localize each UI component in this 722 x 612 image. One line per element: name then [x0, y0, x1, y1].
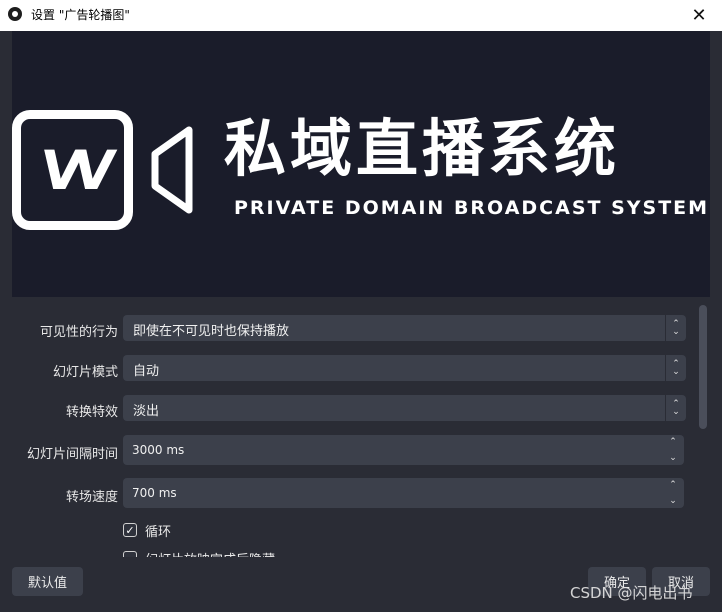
brand-logo: VV — [12, 110, 133, 230]
hide-when-done-row[interactable]: 幻灯片放映完成后隐藏 — [123, 548, 275, 557]
visibility-behavior-label: 可见性的行为 — [39, 325, 118, 340]
loop-checkbox[interactable]: ✓ — [123, 523, 137, 537]
slide-interval-label: 幻灯片间隔时间 — [26, 447, 118, 462]
slide-mode-row: 幻灯片模式 自动 ⌃ ⌄ — [12, 355, 710, 383]
csdn-watermark: CSDN @闪电出书 — [570, 584, 693, 602]
brand-title-cn: 私域直播系统 — [224, 112, 621, 185]
spin-up-icon[interactable]: ⌃ — [669, 480, 677, 490]
spin-up-icon[interactable]: ⌃ — [669, 437, 677, 447]
combo-arrows-icon: ⌃ ⌄ — [665, 395, 686, 421]
transition-speed-label: 转场速度 — [65, 490, 118, 505]
settings-scrollbar[interactable] — [699, 305, 707, 429]
spin-down-icon[interactable]: ⌄ — [669, 453, 677, 463]
slide-interval-row: 幻灯片间隔时间 3000 ms ⌃ ⌄ — [12, 435, 710, 465]
camera-lens-icon — [151, 126, 193, 214]
spin-buttons[interactable]: ⌃ ⌄ — [666, 480, 680, 506]
settings-panel: 可见性的行为 即使在不可见时也保持播放 ⌃ ⌄ 幻灯片模式 自动 ⌃ ⌄ 转换特效 … — [12, 297, 710, 557]
combo-arrows-icon: ⌃ ⌄ — [665, 355, 686, 381]
close-button[interactable]: ✕ — [676, 0, 722, 31]
transition-select[interactable]: 淡出 ⌃ ⌄ — [123, 395, 686, 421]
visibility-behavior-row: 可见性的行为 即使在不可见时也保持播放 ⌃ ⌄ — [12, 315, 710, 343]
transition-speed-value: 700 ms — [132, 486, 177, 500]
spin-down-icon[interactable]: ⌄ — [669, 496, 677, 506]
defaults-button[interactable]: 默认值 — [12, 567, 83, 596]
transition-label: 转换特效 — [65, 405, 118, 420]
visibility-behavior-select[interactable]: 即使在不可见时也保持播放 ⌃ ⌄ — [123, 315, 686, 341]
transition-row: 转换特效 淡出 ⌃ ⌄ — [12, 395, 710, 423]
loop-label: 循环 — [145, 524, 172, 540]
visibility-behavior-value: 即使在不可见时也保持播放 — [133, 324, 290, 339]
slide-interval-spinbox[interactable]: 3000 ms ⌃ ⌄ — [123, 435, 684, 465]
slide-mode-select[interactable]: 自动 ⌃ ⌄ — [123, 355, 686, 381]
spin-buttons[interactable]: ⌃ ⌄ — [666, 437, 680, 463]
transition-speed-row: 转场速度 700 ms ⌃ ⌄ — [12, 478, 710, 508]
brand-title-en: PRIVATE DOMAIN BROADCAST SYSTEM — [234, 197, 710, 219]
transition-value: 淡出 — [133, 404, 160, 419]
source-preview: VV 私域直播系统 PRIVATE DOMAIN BROADCAST SYSTE… — [12, 31, 710, 297]
transition-speed-spinbox[interactable]: 700 ms ⌃ ⌄ — [123, 478, 684, 508]
slide-mode-value: 自动 — [133, 364, 160, 379]
title-bar: 设置 "广告轮播图" ✕ — [0, 0, 722, 31]
loop-checkbox-row[interactable]: ✓ 循环 — [123, 520, 171, 540]
slide-mode-label: 幻灯片模式 — [52, 365, 118, 380]
close-icon: ✕ — [691, 5, 707, 26]
hide-when-done-label: 幻灯片放映完成后隐藏 — [145, 549, 275, 558]
window-title: 设置 "广告轮播图" — [31, 8, 130, 22]
slide-interval-value: 3000 ms — [132, 443, 185, 457]
combo-arrows-icon: ⌃ ⌄ — [665, 315, 686, 341]
obs-app-icon — [8, 7, 22, 21]
logo-mark-icon: VV — [36, 138, 109, 202]
